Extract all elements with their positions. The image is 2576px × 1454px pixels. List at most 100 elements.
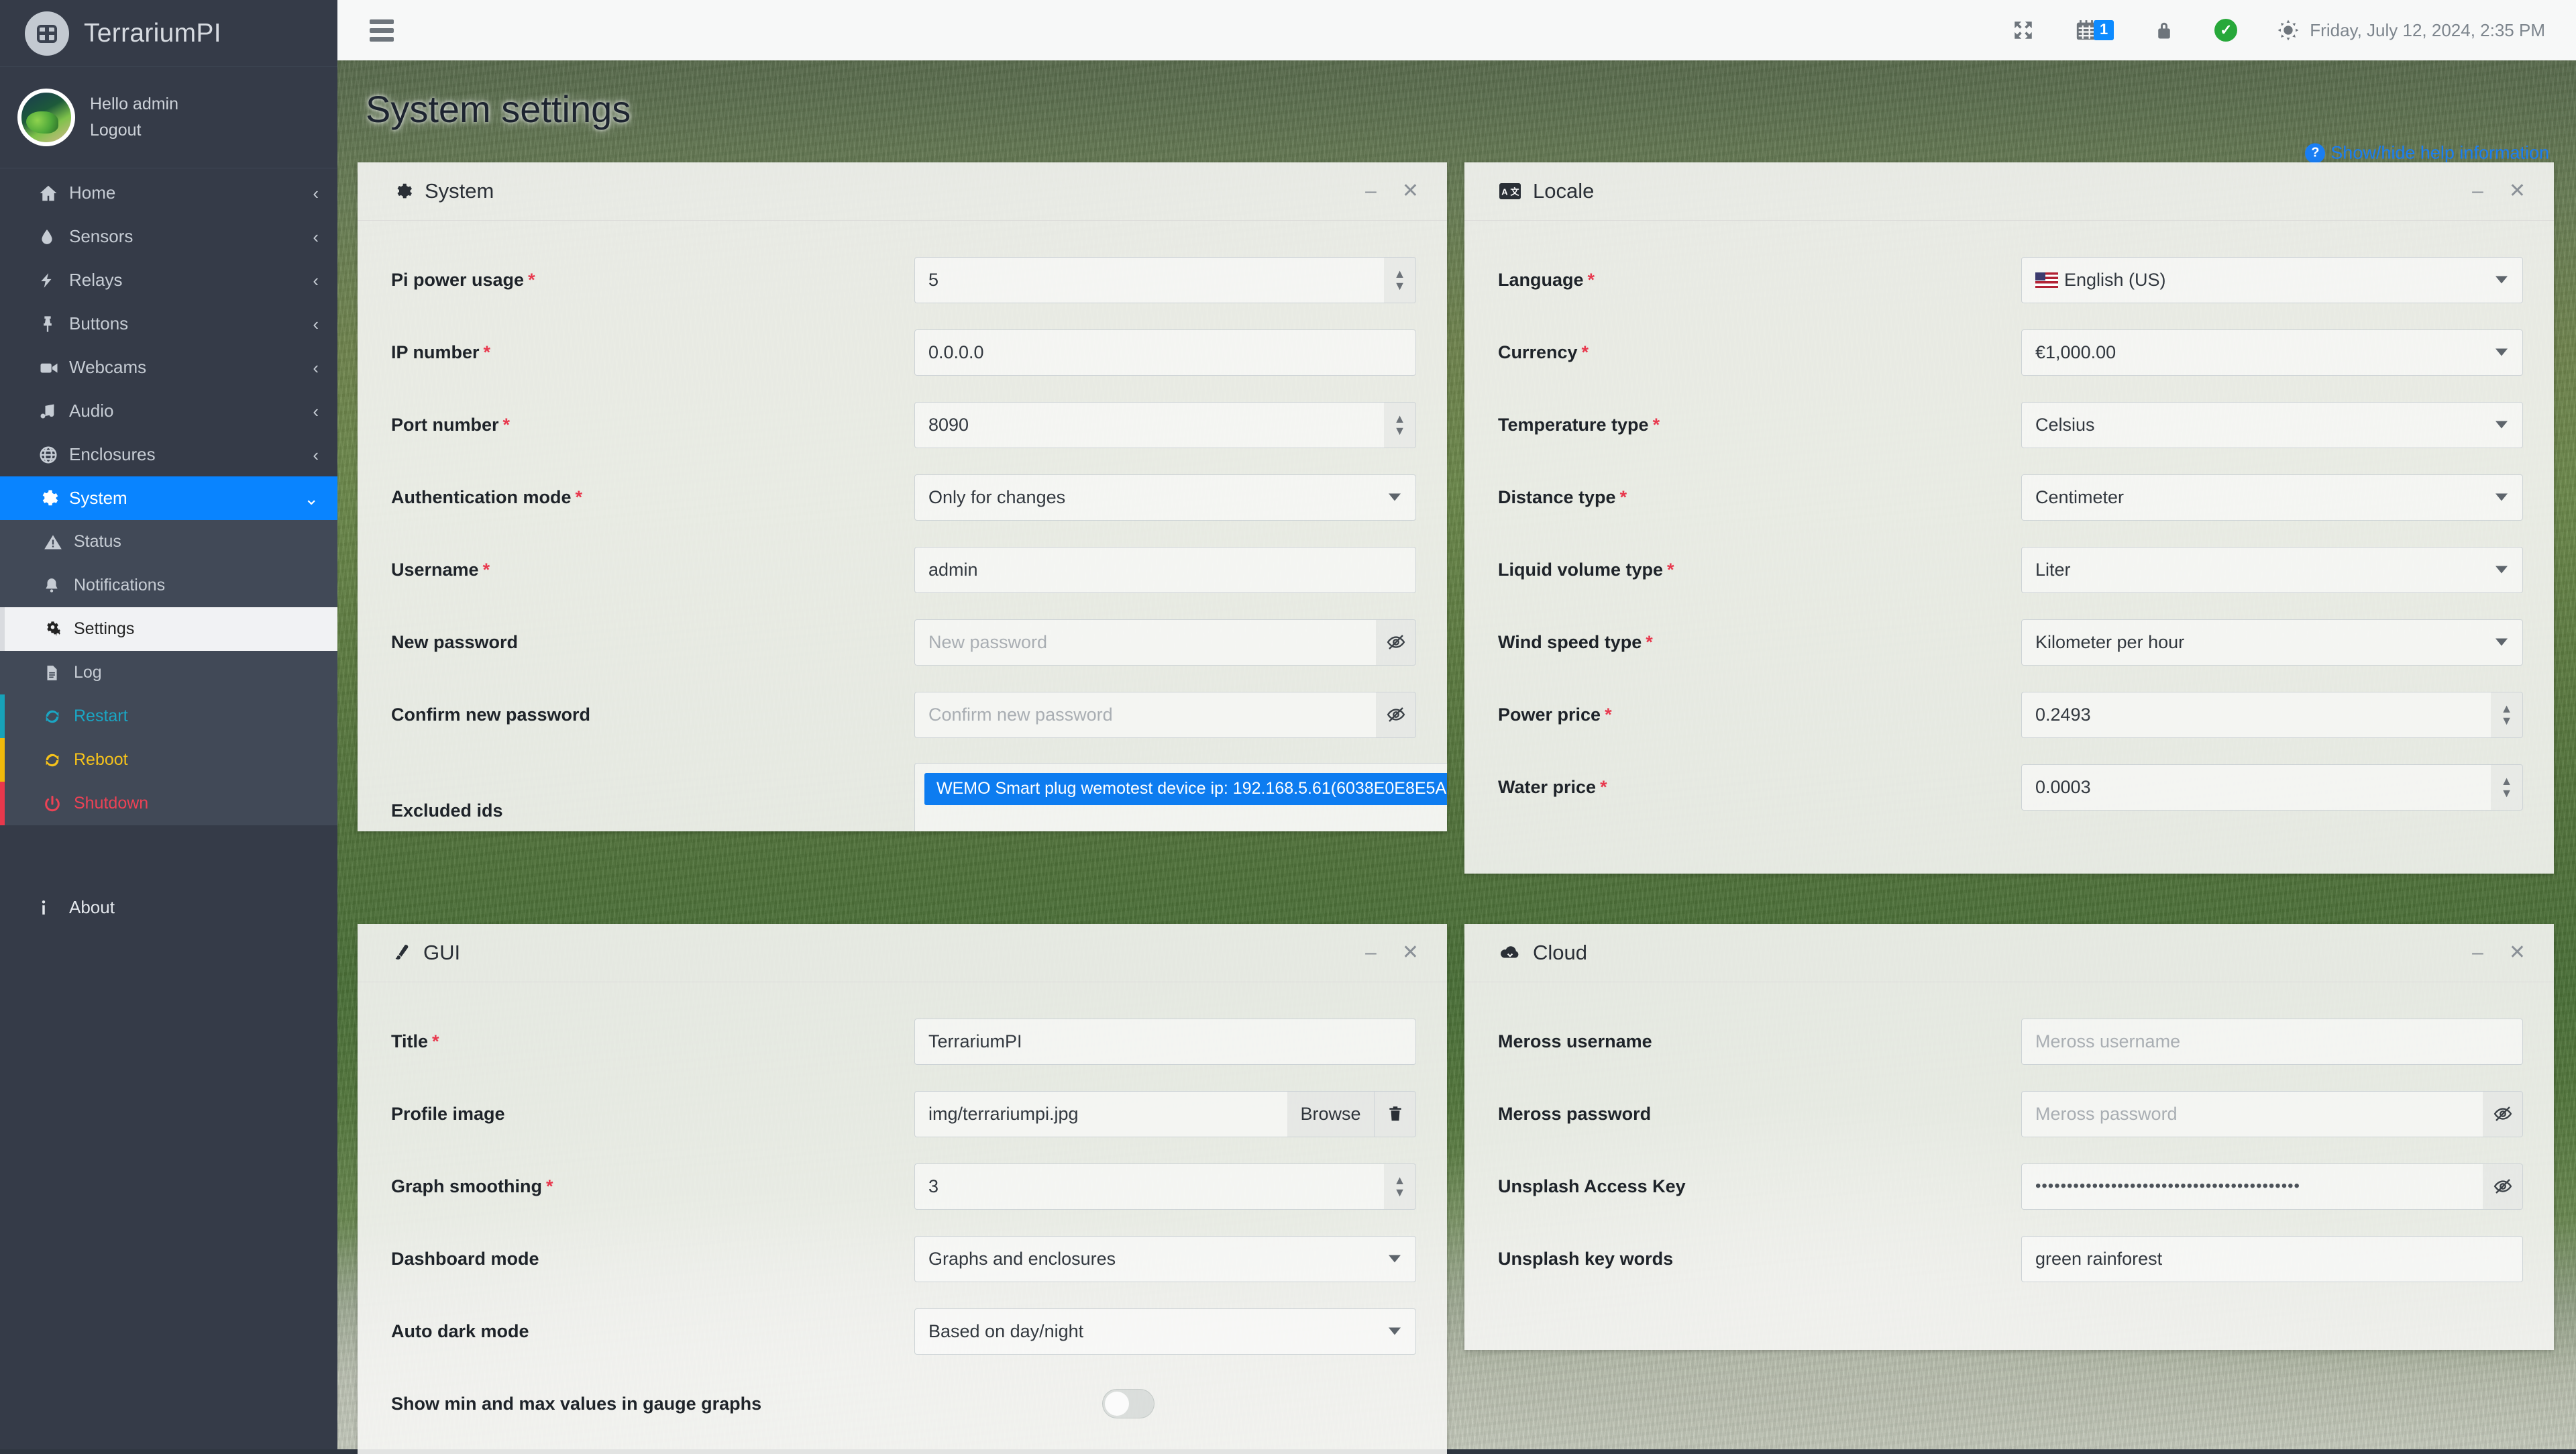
field-water-price: Water price* 0.0003 ▲▼ — [1491, 751, 2523, 823]
sidebar-item-webcams[interactable]: Webcams ‹ — [0, 346, 337, 389]
refresh-icon — [43, 707, 74, 726]
panel-header: A 文 Locale – ✕ — [1464, 162, 2554, 221]
spinner-buttons[interactable]: ▲▼ — [1384, 1163, 1416, 1210]
logout-link[interactable]: Logout — [90, 117, 178, 144]
field-liquid-volume-type: Liquid volume type* Liter — [1491, 533, 2523, 606]
meross-username-input[interactable]: Meross username — [2021, 1019, 2523, 1065]
sidebar-item-settings[interactable]: Settings — [0, 607, 337, 651]
home-icon — [38, 183, 69, 203]
field-label: Unsplash key words — [1491, 1249, 2021, 1269]
username-input[interactable]: admin — [914, 547, 1416, 593]
info-icon — [38, 898, 69, 918]
dashboard-mode-select[interactable]: Graphs and enclosures — [914, 1236, 1416, 1282]
select-value: Kilometer per hour — [2035, 632, 2184, 653]
eye-slash-icon[interactable] — [1376, 692, 1416, 738]
spinner-buttons[interactable]: ▲▼ — [1384, 402, 1416, 448]
ip-number-input[interactable]: 0.0.0.0 — [914, 329, 1416, 376]
show-min-max-toggle[interactable] — [1102, 1389, 1155, 1418]
fullscreen-icon[interactable] — [2012, 19, 2035, 42]
sidebar-submenu-system: Status Notifications Settings Log — [0, 520, 337, 825]
graph-smoothing-input[interactable]: 3 — [914, 1163, 1384, 1210]
field-unsplash-key-words: Unsplash key words green rainforest — [1491, 1223, 2523, 1295]
authentication-mode-select[interactable]: Only for changes — [914, 474, 1416, 521]
sidebar-item-label: Reboot — [74, 750, 128, 770]
sidebar-item-sensors[interactable]: Sensors ‹ — [0, 215, 337, 258]
meross-password-input[interactable]: Meross password — [2021, 1091, 2483, 1137]
brand[interactable]: TerrariumPI — [0, 0, 337, 67]
sidebar-item-about[interactable]: About — [0, 886, 337, 929]
chevron-left-icon: ‹ — [313, 446, 319, 464]
panel-body: Title* TerrariumPI Profile image img/ter… — [358, 982, 1447, 1454]
trash-icon[interactable] — [1375, 1091, 1416, 1137]
spinner-buttons[interactable]: ▲▼ — [2491, 692, 2523, 738]
unsplash-key-words-input[interactable]: green rainforest — [2021, 1236, 2523, 1282]
eye-slash-icon[interactable] — [2483, 1163, 2523, 1210]
sun-icon[interactable] — [2277, 19, 2299, 41]
lock-icon[interactable] — [2154, 19, 2174, 42]
sidebar-item-home[interactable]: Home ‹ — [0, 171, 337, 215]
panel-title: Locale — [1533, 179, 1594, 203]
eye-slash-icon[interactable] — [2483, 1091, 2523, 1137]
select-value: Based on day/night — [928, 1321, 1083, 1342]
required-marker: * — [484, 342, 491, 362]
wind-speed-type-select[interactable]: Kilometer per hour — [2021, 619, 2523, 666]
field-distance-type: Distance type* Centimeter — [1491, 461, 2523, 533]
water-price-input[interactable]: 0.0003 — [2021, 764, 2491, 811]
sidebar-item-label: Settings — [74, 619, 134, 639]
sidebar-item-enclosures[interactable]: Enclosures ‹ — [0, 433, 337, 476]
new-password-input[interactable]: New password — [914, 619, 1376, 666]
close-button[interactable]: ✕ — [1402, 181, 1419, 201]
minimize-button[interactable]: – — [1365, 943, 1377, 963]
confirm-new-password-input[interactable]: Confirm new password — [914, 692, 1376, 738]
chevron-down-icon — [2496, 276, 2508, 284]
required-marker: * — [1653, 415, 1660, 435]
minimize-button[interactable]: – — [1365, 181, 1377, 201]
status-ok-icon[interactable]: ✓ — [2214, 19, 2237, 42]
sidebar-item-label: Webcams — [69, 357, 313, 378]
sidebar-item-log[interactable]: Log — [0, 651, 337, 694]
close-button[interactable]: ✕ — [1402, 943, 1419, 963]
sidebar-item-status[interactable]: Status — [0, 520, 337, 564]
required-marker: * — [483, 560, 490, 580]
port-number-input[interactable]: 8090 — [914, 402, 1384, 448]
eye-slash-icon[interactable] — [1376, 619, 1416, 666]
spinner-buttons[interactable]: ▲▼ — [1384, 257, 1416, 303]
sidebar-item-notifications[interactable]: Notifications — [0, 564, 337, 607]
sidebar-item-buttons[interactable]: Buttons ‹ — [0, 302, 337, 346]
close-button[interactable]: ✕ — [2509, 181, 2526, 201]
spinner-buttons[interactable]: ▲▼ — [2491, 764, 2523, 811]
power-price-input[interactable]: 0.2493 — [2021, 692, 2491, 738]
sidebar-item-system[interactable]: System ⌄ — [0, 476, 337, 520]
field-label: Language* — [1491, 270, 2021, 291]
liquid-volume-type-select[interactable]: Liter — [2021, 547, 2523, 593]
sidebar-item-shutdown[interactable]: Shutdown — [0, 782, 337, 825]
excluded-ids-tag-input[interactable]: WEMO Smart plug wemotest device ip: 192.… — [914, 763, 1447, 831]
field-label: Authentication mode* — [384, 487, 914, 508]
title-input[interactable]: TerrariumPI — [914, 1019, 1416, 1065]
language-select[interactable]: English (US) — [2021, 257, 2523, 303]
profile-image-input[interactable]: img/terrariumpi.jpg — [914, 1091, 1287, 1137]
distance-type-select[interactable]: Centimeter — [2021, 474, 2523, 521]
sidebar-item-restart[interactable]: Restart — [0, 694, 337, 738]
calendar-icon[interactable]: 1 — [2075, 19, 2114, 42]
currency-select[interactable]: €1,000.00 — [2021, 329, 2523, 376]
temperature-type-select[interactable]: Celsius — [2021, 402, 2523, 448]
minimize-button[interactable]: – — [2472, 943, 2483, 963]
sidebar-item-relays[interactable]: Relays ‹ — [0, 258, 337, 302]
show-hide-help-link[interactable]: ? Show/hide help information — [2305, 143, 2549, 164]
sidebar-item-audio[interactable]: Audio ‹ — [0, 389, 337, 433]
auto-dark-mode-select[interactable]: Based on day/night — [914, 1308, 1416, 1355]
panel-header: GUI – ✕ — [358, 924, 1447, 982]
sidebar-item-reboot[interactable]: Reboot — [0, 738, 337, 782]
hamburger-icon[interactable] — [370, 15, 394, 46]
minimize-button[interactable]: – — [2472, 181, 2483, 201]
user-box: Hello admin Logout — [0, 67, 337, 168]
us-flag-icon — [2035, 272, 2058, 288]
pi-power-usage-input[interactable]: 5 — [914, 257, 1384, 303]
field-new-password: New password New password — [384, 606, 1416, 678]
browse-button[interactable]: Browse — [1287, 1091, 1375, 1137]
tag-chip[interactable]: WEMO Smart plug wemotest device ip: 192.… — [924, 773, 1447, 805]
unsplash-access-key-input[interactable]: ••••••••••••••••••••••••••••••••••••••••… — [2021, 1163, 2483, 1210]
close-button[interactable]: ✕ — [2509, 943, 2526, 963]
chevron-down-icon — [2496, 639, 2508, 646]
